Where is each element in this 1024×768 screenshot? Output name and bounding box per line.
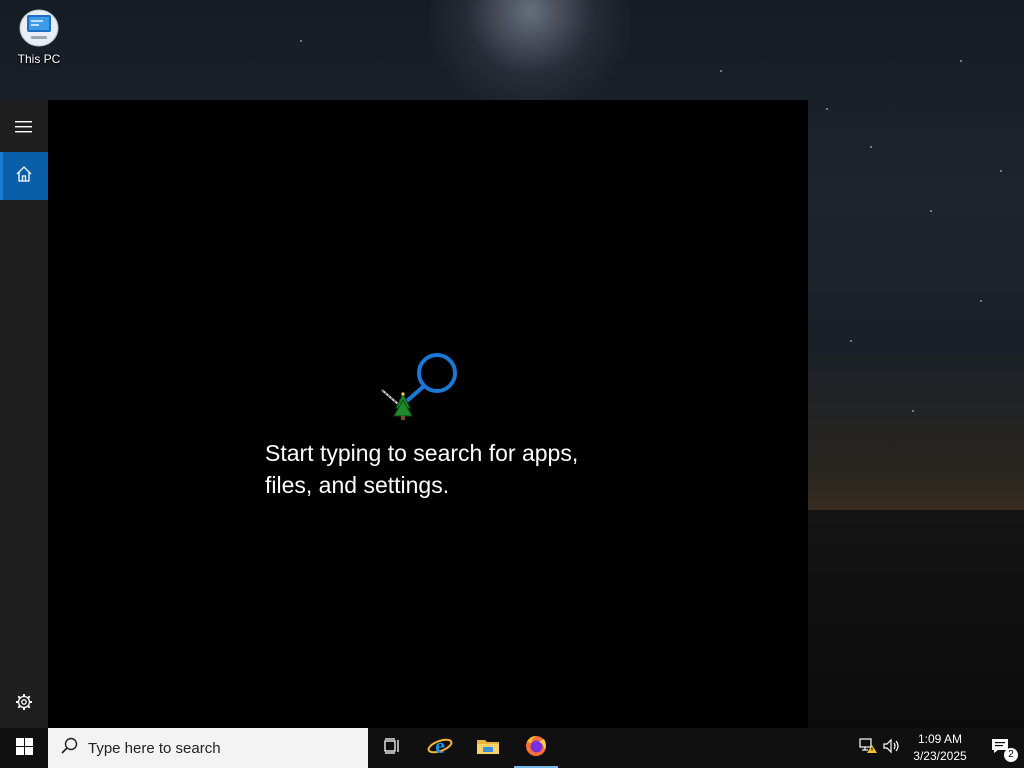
start-button[interactable] [0, 728, 48, 768]
wallpaper-star [912, 410, 914, 412]
firefox-icon [524, 734, 548, 762]
wallpaper-star [930, 210, 932, 212]
task-view-button[interactable] [368, 728, 416, 768]
clock-time: 1:09 AM [917, 732, 963, 746]
wallpaper-milky-way [430, 0, 630, 110]
search-placeholder: Type here to search [88, 739, 221, 757]
action-center-button[interactable]: 2 [976, 728, 1024, 768]
hamburger-icon [15, 119, 33, 138]
wallpaper-star [870, 146, 872, 148]
flyout-nav-rail [0, 100, 48, 728]
taskbar: Type here to search e 1:09 AM 3/23/2025 … [0, 728, 1024, 768]
home-icon [15, 165, 33, 187]
gear-icon [15, 693, 33, 715]
search-hint-line-1: Start typing to search for apps, [265, 440, 579, 466]
task-view-icon [383, 738, 401, 758]
search-icon [60, 737, 78, 759]
taskbar-search-box[interactable]: Type here to search [48, 728, 368, 768]
speaker-icon [883, 738, 901, 758]
taskbar-app-firefox[interactable] [512, 728, 560, 768]
network-button[interactable] [856, 728, 880, 768]
desktop-icon-this-pc[interactable]: This PC [8, 4, 70, 66]
notification-count-badge: 2 [1004, 748, 1018, 762]
svg-text:e: e [435, 734, 445, 758]
internet-explorer-icon: e [427, 733, 453, 762]
wallpaper-star [1000, 170, 1002, 172]
search-hint-line-2: files, and settings. [265, 472, 450, 498]
folder-icon [476, 736, 500, 760]
wallpaper-star [960, 60, 962, 62]
taskbar-app-file-explorer[interactable] [464, 728, 512, 768]
taskbar-clock[interactable]: 1:09 AM 3/23/2025 [904, 731, 976, 765]
computer-icon [18, 6, 60, 48]
home-button[interactable] [0, 152, 48, 200]
wallpaper-star [826, 108, 828, 110]
system-tray: 1:09 AM 3/23/2025 2 [856, 728, 1024, 768]
wallpaper-horizon [808, 510, 1024, 728]
volume-button[interactable] [880, 728, 904, 768]
network-warning-icon [859, 738, 877, 758]
wallpaper-star [720, 70, 722, 72]
settings-button[interactable] [0, 680, 48, 728]
wallpaper-star [300, 40, 302, 42]
search-hint-text: Start typing to search for apps, files, … [265, 437, 625, 501]
clock-date: 3/23/2025 [913, 749, 967, 763]
taskbar-app-internet-explorer[interactable]: e [416, 728, 464, 768]
menu-button[interactable] [0, 104, 48, 152]
desktop-icon-label: This PC [17, 52, 61, 66]
search-flyout: Start typing to search for apps, files, … [0, 100, 808, 728]
search-illustration-icon [370, 350, 470, 425]
wallpaper-star [850, 340, 852, 342]
wallpaper-star [980, 300, 982, 302]
windows-logo-icon [15, 737, 33, 759]
